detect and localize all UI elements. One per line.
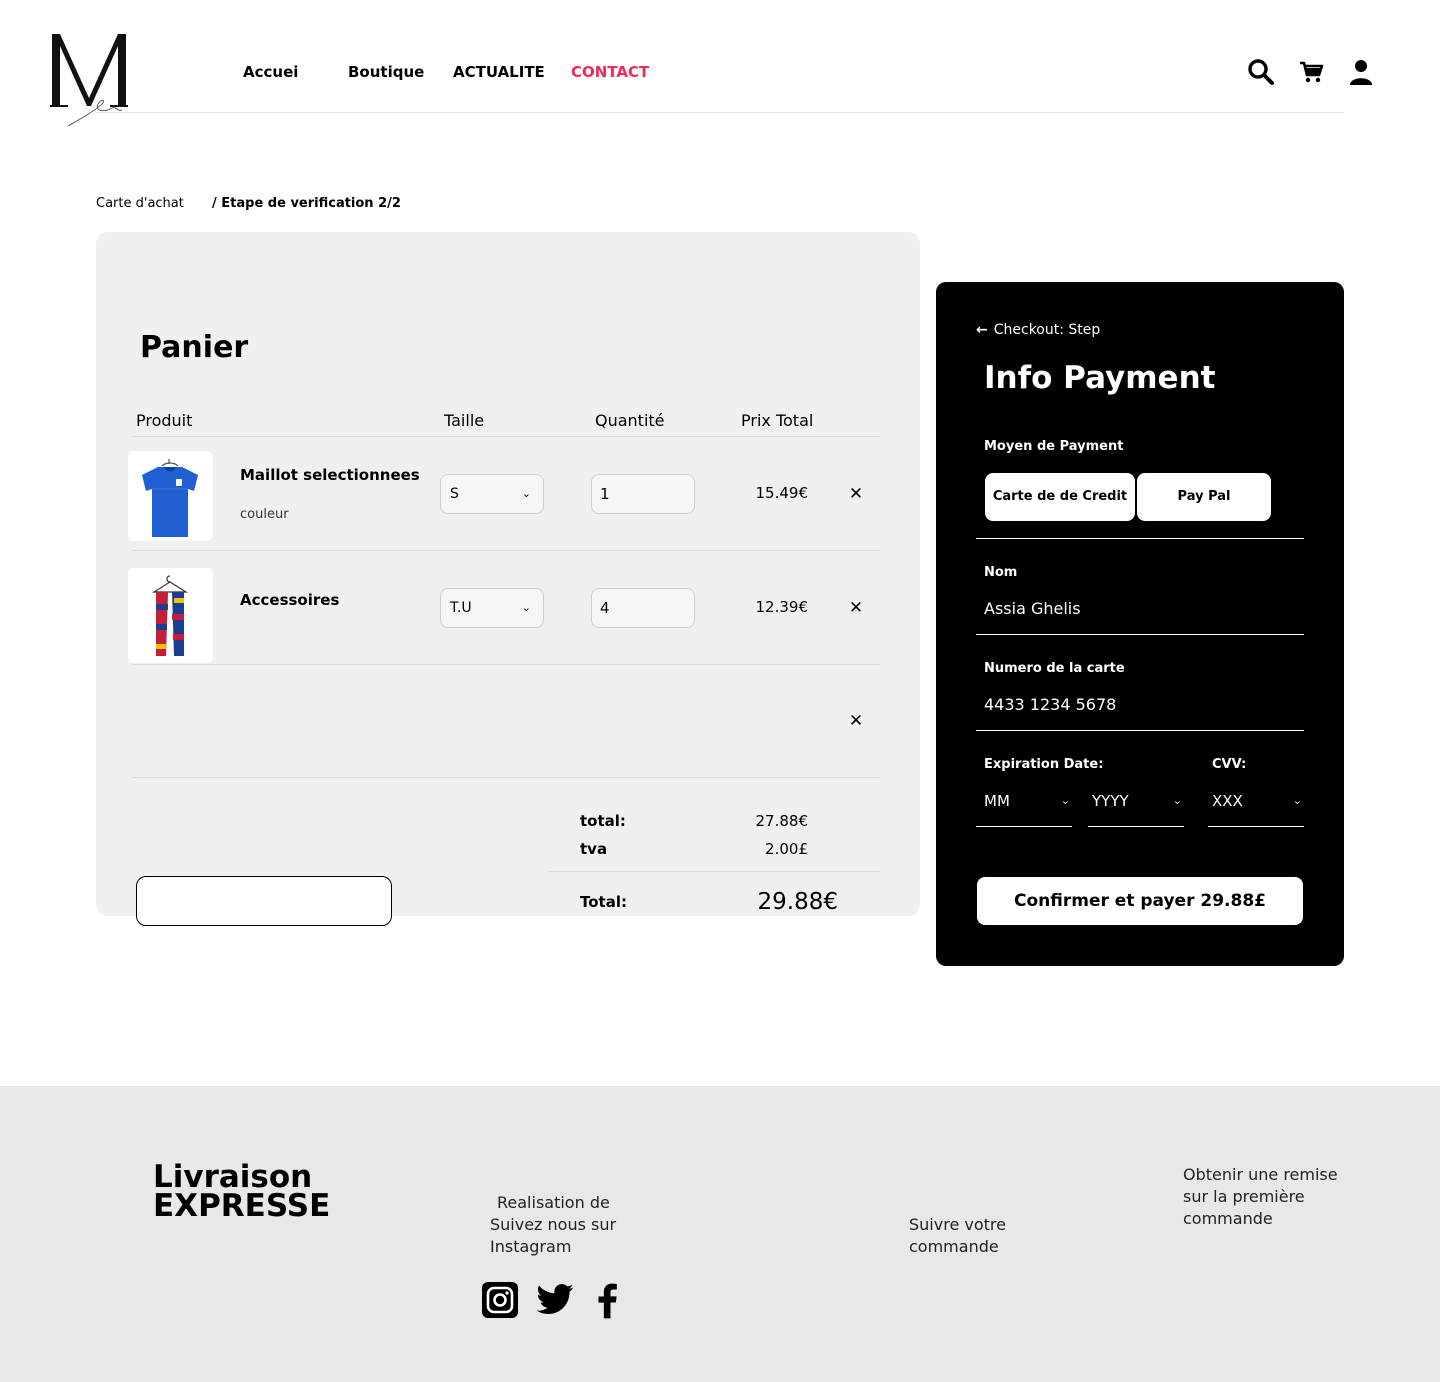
footer-text-line: sur la première [1183, 1187, 1305, 1206]
footer-text-line: Obtenir une remise [1183, 1165, 1338, 1184]
footer-text-line: commande [1183, 1209, 1273, 1228]
cvv-label: CVV: [1212, 757, 1247, 772]
nav-contact[interactable]: CONTACT [571, 63, 649, 81]
size-select[interactable]: T.U ⌄ [440, 588, 544, 628]
remove-item-button[interactable]: ✕ [846, 484, 866, 504]
name-field[interactable]: Assia Ghelis [984, 599, 1081, 618]
summary-divider [548, 871, 880, 872]
year-select[interactable]: YYYY ⌄ [1092, 792, 1182, 810]
subtotal-value: 27.88€ [755, 812, 809, 830]
paypal-button[interactable]: Pay Pal [1137, 473, 1271, 521]
footer-social-text: Realisation de Suivez nous sur Instagram [490, 1192, 616, 1258]
breadcrumb-cart[interactable]: Carte d'achat [96, 196, 184, 211]
footer-text-line: commande [909, 1237, 999, 1256]
footer [0, 1086, 1440, 1382]
month-underline [976, 826, 1072, 827]
chevron-down-icon: ⌄ [1172, 794, 1182, 807]
nav-actualite[interactable]: ACTUALITE [453, 63, 545, 81]
payment-title: Info Payment [984, 360, 1216, 396]
confirm-pay-button[interactable]: Confirmer et payer 29.88£ [977, 877, 1303, 925]
remove-item-button[interactable]: ✕ [846, 711, 866, 731]
breadcrumb-current: / Etape de verification 2/2 [212, 196, 401, 211]
coupon-input[interactable] [136, 876, 392, 926]
header-divider [96, 112, 1344, 113]
nav-boutique[interactable]: Boutique [348, 63, 424, 81]
item-name: Accessoires [240, 591, 340, 609]
footer-track-order[interactable]: Suivre votre commande [909, 1214, 1006, 1258]
payment-method-label: Moyen de Payment [984, 439, 1124, 454]
instagram-icon[interactable] [480, 1280, 520, 1320]
cvv-value: XXX [1212, 792, 1243, 810]
footer-title-line: EXPRESSE [153, 1188, 331, 1224]
column-quantite: Quantité [595, 411, 665, 430]
cvv-underline [1208, 826, 1304, 827]
product-image-scarf[interactable] [128, 568, 213, 663]
card-number-field[interactable]: 4433 1234 5678 [984, 695, 1116, 714]
remove-item-button[interactable]: ✕ [846, 598, 866, 618]
brand-logo[interactable] [46, 28, 132, 128]
size-select[interactable]: S ⌄ [440, 474, 544, 514]
twitter-icon[interactable] [535, 1280, 575, 1320]
user-icon[interactable] [1347, 58, 1375, 86]
tva-value: 2.00£ [765, 840, 808, 858]
item-price: 15.49€ [755, 484, 809, 502]
expiration-label: Expiration Date: [984, 757, 1104, 772]
card-number-label: Numero de la carte [984, 661, 1125, 676]
cart-title: Panier [140, 330, 249, 365]
credit-card-button[interactable]: Carte de de Credit [985, 473, 1135, 521]
column-taille: Taille [444, 411, 485, 430]
size-value: T.U [450, 600, 472, 616]
year-value: YYYY [1092, 792, 1129, 810]
row-divider [132, 436, 880, 437]
chevron-down-icon: ⌄ [1060, 794, 1070, 807]
grand-total-value: 29.88€ [757, 889, 838, 915]
chevron-down-icon: ⌄ [521, 487, 531, 500]
footer-text-line: Realisation de [497, 1193, 610, 1212]
quantity-input[interactable] [591, 474, 695, 514]
card-number-underline [976, 730, 1304, 731]
quantity-input[interactable] [591, 588, 695, 628]
nav-accueil[interactable]: Accuei [243, 63, 298, 81]
subtotal-label: total: [580, 812, 626, 830]
grand-total-label: Total: [580, 893, 627, 911]
month-select[interactable]: MM ⌄ [984, 792, 1070, 810]
footer-text-line: Suivre votre [909, 1215, 1006, 1234]
tva-label: tva [580, 840, 608, 858]
footer-discount[interactable]: Obtenir une remise sur la première comma… [1183, 1164, 1338, 1230]
row-divider [132, 664, 880, 665]
facebook-icon[interactable] [588, 1280, 628, 1320]
row-divider [132, 777, 880, 778]
name-label: Nom [984, 565, 1018, 580]
chevron-down-icon: ⌄ [1292, 794, 1302, 807]
name-field-underline [976, 634, 1304, 635]
item-name: Maillot selectionnees [240, 466, 420, 484]
footer-text-line: Instagram [490, 1237, 572, 1256]
footer-text-line: Suivez nous sur [490, 1215, 617, 1234]
cvv-select[interactable]: XXX ⌄ [1212, 792, 1302, 810]
column-prix-total: Prix Total [741, 411, 814, 430]
product-image-jersey[interactable] [128, 451, 213, 541]
payment-divider [976, 538, 1304, 539]
checkout-step-label: Checkout: Step [993, 322, 1101, 338]
chevron-down-icon: ⌄ [521, 601, 531, 614]
size-value: S [450, 486, 459, 502]
checkout-back-link[interactable]: ← Checkout: Step [976, 322, 1100, 338]
month-value: MM [984, 792, 1010, 810]
column-produit: Produit [136, 411, 193, 430]
item-color-label: couleur [240, 507, 289, 522]
item-price: 12.39€ [755, 598, 809, 616]
footer-title: Livraison EXPRESSE [153, 1162, 331, 1224]
row-divider [132, 550, 880, 551]
arrow-left-icon: ← [976, 322, 988, 338]
year-underline [1088, 826, 1184, 827]
search-icon[interactable] [1247, 58, 1275, 86]
cart-icon[interactable] [1297, 58, 1325, 86]
